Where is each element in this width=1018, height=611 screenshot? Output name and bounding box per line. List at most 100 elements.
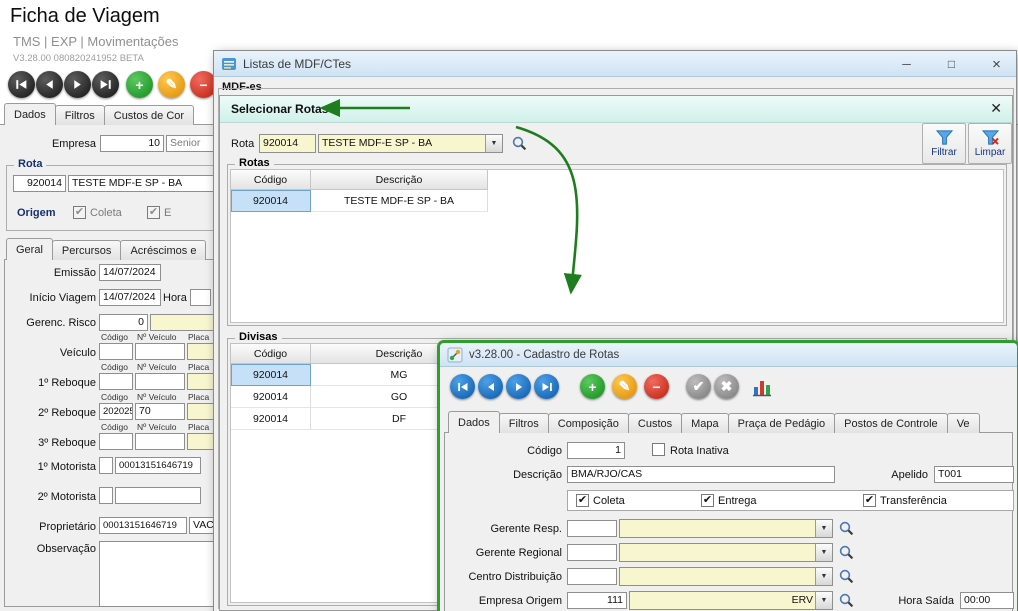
prev-record-button[interactable]: [478, 374, 503, 399]
rota-descricao-input[interactable]: TESTE MDF-E SP - BA: [68, 175, 215, 192]
entrega-checkbox[interactable]: ✔: [701, 494, 714, 507]
next-record-button[interactable]: [64, 71, 91, 98]
reboque2-num-input[interactable]: 70: [135, 403, 185, 420]
veiculo-codigo-input[interactable]: [99, 343, 133, 360]
last-record-button[interactable]: [534, 374, 559, 399]
tab-mapa[interactable]: Mapa: [681, 413, 729, 433]
chart-button[interactable]: [752, 377, 772, 397]
tab-custos[interactable]: Custos: [628, 413, 682, 433]
centro-distribuicao-combo[interactable]: ▼: [619, 567, 833, 586]
motorista2-codigo-input[interactable]: [99, 487, 113, 504]
gerente-regional-code-input[interactable]: [567, 544, 617, 561]
gerente-regional-combo[interactable]: ▼: [619, 543, 833, 562]
motorista2-doc-input[interactable]: [115, 487, 201, 504]
proprietario-doc-input[interactable]: 00013151646719: [99, 517, 187, 534]
gerenc-risco-desc-input[interactable]: [150, 314, 214, 331]
search-icon[interactable]: [839, 569, 854, 584]
search-icon[interactable]: [512, 136, 527, 151]
tab-filtros[interactable]: Filtros: [55, 105, 105, 125]
tab-acrescimos[interactable]: Acréscimos e: [120, 240, 206, 260]
empresa-origem-code-input[interactable]: 111: [567, 592, 627, 609]
hora-saida-input[interactable]: 00:00: [960, 592, 1014, 609]
tab-postos-de-controle[interactable]: Postos de Controle: [834, 413, 948, 433]
motorista1-doc-input[interactable]: 00013151646719: [115, 457, 201, 474]
motorista1-codigo-input[interactable]: [99, 457, 113, 474]
tab-composicao[interactable]: Composição: [548, 413, 629, 433]
veiculo-num-input[interactable]: [135, 343, 185, 360]
coleta-checkbox[interactable]: ✔: [73, 206, 86, 219]
listas-titlebar[interactable]: Listas de MDF/CTes ─ □ ×: [214, 51, 1016, 77]
add-button[interactable]: +: [580, 374, 605, 399]
limpar-button[interactable]: Limpar: [968, 123, 1012, 164]
search-icon[interactable]: [839, 593, 854, 608]
edit-button[interactable]: ✎: [612, 374, 637, 399]
tab-percursos[interactable]: Percursos: [52, 240, 122, 260]
cell-codigo[interactable]: 920014: [231, 364, 311, 386]
reboque2-codigo-input[interactable]: 202025: [99, 403, 133, 420]
tab-custos[interactable]: Custos de Cor: [104, 105, 194, 125]
col-header-codigo[interactable]: Código: [231, 170, 311, 190]
empresa-origem-combo[interactable]: ERV ▼: [629, 591, 833, 610]
close-button[interactable]: ×: [979, 52, 1014, 76]
chevron-down-icon[interactable]: ▼: [485, 135, 502, 152]
col-header-descricao[interactable]: Descrição: [311, 170, 488, 190]
maximize-button[interactable]: □: [934, 52, 969, 76]
observacao-textarea[interactable]: [99, 541, 214, 607]
gerente-resp-combo[interactable]: ▼: [619, 519, 833, 538]
prev-record-button[interactable]: [36, 71, 63, 98]
apelido-input[interactable]: T001: [934, 466, 1014, 483]
hora-input[interactable]: [190, 289, 211, 306]
cell-descricao[interactable]: TESTE MDF-E SP - BA: [311, 190, 488, 212]
tab-ve[interactable]: Ve: [947, 413, 980, 433]
reboque3-codigo-input[interactable]: [99, 433, 133, 450]
reboque3-placa-input[interactable]: [187, 433, 214, 450]
inicio-viagem-input[interactable]: 14/07/2024: [99, 289, 161, 306]
transferencia-checkbox[interactable]: ✔: [863, 494, 876, 507]
search-icon[interactable]: [839, 521, 854, 536]
proprietario-nome-input[interactable]: VAC: [189, 517, 215, 534]
tab-filtros[interactable]: Filtros: [499, 413, 549, 433]
gerente-resp-code-input[interactable]: [567, 520, 617, 537]
reboque1-num-input[interactable]: [135, 373, 185, 390]
table-row[interactable]: 920014 TESTE MDF-E SP - BA: [231, 190, 1003, 212]
confirm-button[interactable]: ✔: [686, 374, 711, 399]
edit-button[interactable]: ✎: [158, 71, 185, 98]
tab-geral[interactable]: Geral: [6, 238, 53, 260]
add-button[interactable]: +: [126, 71, 153, 98]
codigo-input[interactable]: 1: [567, 442, 625, 459]
reboque2-placa-input[interactable]: [187, 403, 214, 420]
cell-codigo[interactable]: 920014: [231, 190, 311, 212]
centro-distribuicao-code-input[interactable]: [567, 568, 617, 585]
reboque1-codigo-input[interactable]: [99, 373, 133, 390]
chevron-down-icon[interactable]: ▼: [815, 544, 832, 561]
cancel-button[interactable]: ✖: [714, 374, 739, 399]
delete-button[interactable]: −: [644, 374, 669, 399]
veiculo-placa-input[interactable]: [187, 343, 214, 360]
cell-codigo[interactable]: 920014: [231, 408, 311, 430]
gerenc-risco-input[interactable]: 0: [99, 314, 148, 331]
search-icon[interactable]: [839, 545, 854, 560]
emissao-input[interactable]: 14/07/2024: [99, 264, 161, 281]
cadastro-titlebar[interactable]: v3.28.00 - Cadastro de Rotas: [440, 343, 1017, 367]
reboque3-num-input[interactable]: [135, 433, 185, 450]
rota-inativa-checkbox[interactable]: [652, 443, 665, 456]
tab-dados[interactable]: Dados: [4, 103, 56, 125]
next-record-button[interactable]: [506, 374, 531, 399]
descricao-input[interactable]: BMA/RJO/CAS: [567, 466, 835, 483]
first-record-button[interactable]: [450, 374, 475, 399]
chevron-down-icon[interactable]: ▼: [815, 592, 832, 609]
rota-code-input[interactable]: 920014: [13, 175, 66, 192]
minimize-button[interactable]: ─: [889, 52, 924, 76]
tab-dados[interactable]: Dados: [448, 411, 500, 433]
empresa-code-input[interactable]: 10: [100, 135, 164, 152]
cell-codigo[interactable]: 920014: [231, 386, 311, 408]
chevron-down-icon[interactable]: ▼: [815, 568, 832, 585]
coleta-checkbox[interactable]: ✔: [576, 494, 589, 507]
panel-close-icon[interactable]: ✕: [990, 100, 1002, 117]
rota-descricao-combo[interactable]: TESTE MDF-E SP - BA ▼: [318, 134, 503, 153]
chevron-down-icon[interactable]: ▼: [815, 520, 832, 537]
filtrar-button[interactable]: Filtrar: [922, 123, 966, 164]
entrega-checkbox[interactable]: ✔: [147, 206, 160, 219]
rota-code-input[interactable]: 920014: [259, 134, 316, 153]
tab-praca-de-pedagio[interactable]: Praça de Pedágio: [728, 413, 835, 433]
